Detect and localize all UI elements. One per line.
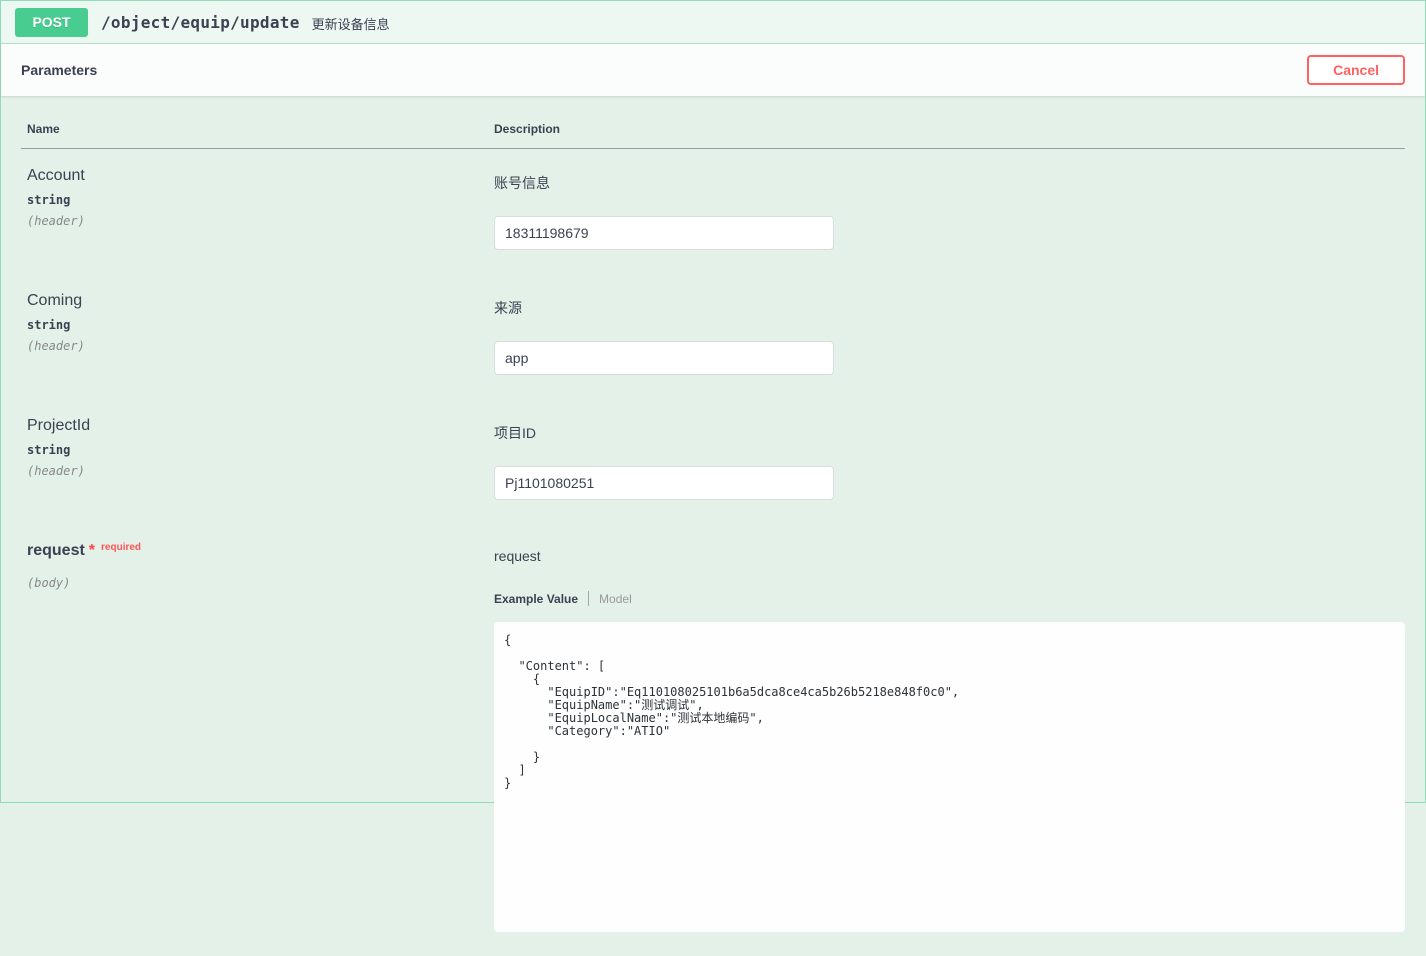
table-header-row: Name Description <box>21 96 1405 149</box>
param-name-cell: Account string (header) <box>21 149 488 275</box>
projectid-input[interactable] <box>494 466 834 500</box>
param-description-cell: 项目ID <box>488 399 1405 524</box>
tab-example-value[interactable]: Example Value <box>494 592 578 606</box>
endpoint-summary: 更新设备信息 <box>312 14 390 33</box>
param-name-cell: ProjectId string (header) <box>21 399 488 524</box>
param-location: (header) <box>27 214 488 228</box>
param-row-projectid: ProjectId string (header) 项目ID <box>21 399 1405 524</box>
param-location: (body) <box>27 576 488 590</box>
param-description-cell: 来源 <box>488 274 1405 399</box>
column-header-name: Name <box>21 96 488 149</box>
post-operation-block: POST /object/equip/update 更新设备信息 Paramet… <box>0 0 1426 803</box>
param-name-cell: Coming string (header) <box>21 274 488 399</box>
param-location: (header) <box>27 464 488 478</box>
tab-divider <box>588 591 589 606</box>
cancel-button[interactable]: Cancel <box>1307 55 1405 85</box>
param-location: (header) <box>27 339 488 353</box>
param-row-account: Account string (header) 账号信息 <box>21 149 1405 275</box>
http-method-badge: POST <box>15 8 88 37</box>
example-value-code-block: { "Content": [ { "EquipID":"Eq1101080251… <box>494 622 1405 932</box>
param-description: 来源 <box>494 292 1405 318</box>
param-row-coming: Coming string (header) 来源 <box>21 274 1405 399</box>
parameters-title: Parameters <box>21 62 97 78</box>
param-type: string <box>27 318 488 332</box>
parameters-body: Name Description Account string (header)… <box>1 96 1425 956</box>
column-header-description: Description <box>488 96 1405 149</box>
coming-input[interactable] <box>494 341 834 375</box>
param-name: ProjectId <box>27 417 488 435</box>
model-example-tabs: Example Value Model <box>494 591 1405 606</box>
endpoint-path: /object/equip/update <box>101 13 300 32</box>
parameters-section-header: Parameters Cancel <box>1 44 1425 96</box>
param-description-cell: request Example Value Model { "Content":… <box>488 524 1405 956</box>
param-name-cell: request*required (body) <box>21 524 488 956</box>
tab-model[interactable]: Model <box>599 592 632 606</box>
account-input[interactable] <box>494 216 834 250</box>
param-description: 账号信息 <box>494 167 1405 193</box>
param-name: Account <box>27 167 488 185</box>
param-description: 项目ID <box>494 417 1405 443</box>
operation-summary-bar[interactable]: POST /object/equip/update 更新设备信息 <box>1 1 1425 44</box>
param-description: request <box>494 542 1405 564</box>
required-star: * <box>89 542 95 559</box>
parameters-table: Name Description Account string (header)… <box>21 96 1405 956</box>
param-name: Coming <box>27 292 488 310</box>
required-label: required <box>101 542 141 553</box>
param-name: request*required <box>27 542 488 560</box>
param-description-cell: 账号信息 <box>488 149 1405 275</box>
param-row-request: request * required (body) request Example … <box>21 524 1405 956</box>
param-type: string <box>27 193 488 207</box>
param-type: string <box>27 443 488 457</box>
